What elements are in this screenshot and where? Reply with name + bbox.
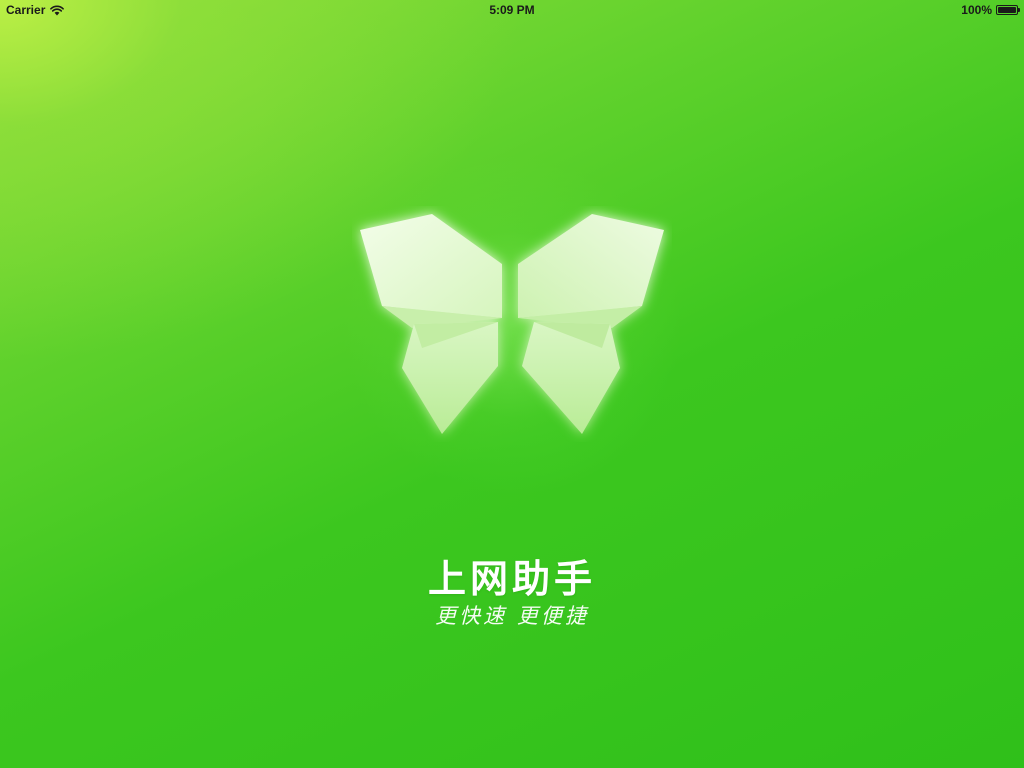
app-title: 上网助手 bbox=[427, 557, 596, 601]
app-slogan: 更快速 更便捷 bbox=[435, 604, 589, 628]
right-upper-wing bbox=[518, 214, 664, 318]
butterfly-logo-icon bbox=[352, 206, 672, 442]
battery-level-fill bbox=[998, 7, 1016, 13]
status-bar: Carrier 5:09 PM 100% bbox=[0, 0, 1024, 20]
status-right: 100% bbox=[961, 3, 1020, 17]
battery-icon bbox=[996, 5, 1020, 15]
left-upper-wing bbox=[360, 214, 502, 318]
left-lower-wing bbox=[402, 322, 498, 434]
right-lower-wing bbox=[522, 322, 620, 434]
status-time: 5:09 PM bbox=[489, 3, 535, 17]
battery-percent: 100% bbox=[961, 3, 992, 17]
